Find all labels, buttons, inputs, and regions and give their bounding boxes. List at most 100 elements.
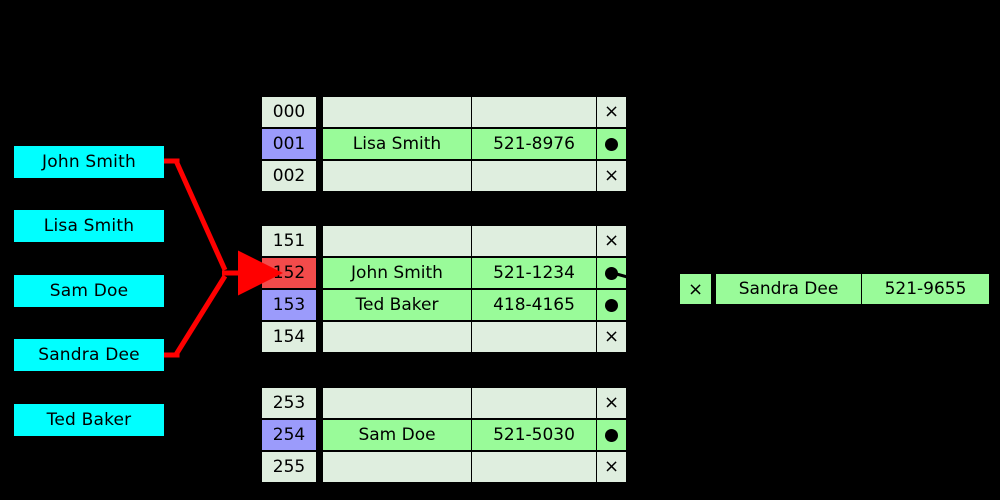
row-phone-cell — [471, 322, 596, 352]
row-index-label: 152 — [272, 263, 306, 283]
overflow-name-cell: Sandra Dee — [716, 274, 861, 304]
diagram-canvas: John Smith Lisa Smith Sam Doe Sandra Dee… — [0, 0, 1000, 500]
row-index-cell: 255 — [261, 451, 317, 483]
null-pointer-icon: × — [603, 392, 620, 413]
row-name-cell: Lisa Smith — [323, 129, 471, 159]
row-phone-cell — [471, 161, 596, 191]
dot-pointer-icon — [605, 266, 618, 280]
arrow-john-smith-to-152 — [164, 158, 228, 272]
row-entry: × — [322, 387, 627, 419]
table-row[interactable]: 154 × — [261, 321, 627, 353]
row-pointer-cell: × — [596, 388, 626, 418]
key-label: Lisa Smith — [43, 215, 135, 236]
row-name-cell: John Smith — [323, 258, 471, 288]
bucket-group-253: 253 × 254 Sam Doe 521-5030 255 × — [261, 387, 627, 483]
row-index-label: 255 — [272, 457, 306, 477]
null-pointer-icon: × — [603, 326, 620, 347]
row-index-cell: 253 — [261, 387, 317, 419]
row-entry: John Smith 521-1234 — [322, 257, 627, 289]
row-pointer-cell: × — [596, 226, 626, 256]
null-pointer-icon: × — [603, 101, 620, 122]
row-entry: × — [322, 225, 627, 257]
overflow-node-sandra-dee[interactable]: × Sandra Dee 521-9655 — [679, 273, 990, 305]
dot-pointer-icon — [605, 298, 618, 312]
row-index-label: 002 — [272, 166, 306, 186]
arrow-sandra-dee-to-152 — [164, 274, 228, 358]
table-row[interactable]: 253 × — [261, 387, 627, 419]
row-index-cell: 001 — [261, 128, 317, 160]
overflow-name-label: Sandra Dee — [738, 279, 839, 299]
row-index-label: 151 — [272, 231, 306, 251]
row-name-label: Ted Baker — [355, 295, 439, 315]
row-name-label: Sam Doe — [358, 425, 436, 445]
row-index-cell: 151 — [261, 225, 317, 257]
row-name-cell: Sam Doe — [323, 420, 471, 450]
null-pointer-icon: × — [603, 165, 620, 186]
row-entry: Sam Doe 521-5030 — [322, 419, 627, 451]
row-name-label: John Smith — [351, 263, 443, 283]
key-label: Sam Doe — [49, 280, 129, 301]
table-row[interactable]: 152 John Smith 521-1234 — [261, 257, 627, 289]
table-row[interactable]: 255 × — [261, 451, 627, 483]
row-phone-cell: 521-8976 — [471, 129, 596, 159]
row-phone-label: 521-1234 — [493, 263, 575, 283]
table-row[interactable]: 001 Lisa Smith 521-8976 — [261, 128, 627, 160]
table-row[interactable]: 151 × — [261, 225, 627, 257]
row-phone-cell: 521-5030 — [471, 420, 596, 450]
row-phone-cell: 521-1234 — [471, 258, 596, 288]
row-index-label: 153 — [272, 295, 306, 315]
key-label: John Smith — [42, 151, 136, 172]
dot-pointer-icon — [605, 428, 618, 442]
key-box-sam-doe[interactable]: Sam Doe — [14, 275, 164, 307]
row-name-cell — [323, 161, 471, 191]
table-row[interactable]: 002 × — [261, 160, 627, 192]
row-name-cell — [323, 388, 471, 418]
row-pointer-cell — [596, 258, 626, 288]
row-entry: × — [322, 321, 627, 353]
row-index-label: 253 — [272, 393, 306, 413]
row-index-label: 000 — [272, 102, 306, 122]
row-name-cell — [323, 97, 471, 127]
key-box-sandra-dee[interactable]: Sandra Dee — [14, 339, 164, 371]
row-index-cell: 002 — [261, 160, 317, 192]
row-pointer-cell: × — [596, 161, 626, 191]
key-box-ted-baker[interactable]: Ted Baker — [14, 404, 164, 436]
row-pointer-cell — [596, 129, 626, 159]
row-index-cell: 153 — [261, 289, 317, 321]
row-phone-label: 418-4165 — [493, 295, 575, 315]
overflow-phone-label: 521-9655 — [884, 279, 967, 299]
key-box-lisa-smith[interactable]: Lisa Smith — [14, 210, 164, 242]
table-row[interactable]: 254 Sam Doe 521-5030 — [261, 419, 627, 451]
key-label: Sandra Dee — [38, 344, 140, 365]
overflow-phone-cell: 521-9655 — [861, 274, 989, 304]
key-box-john-smith[interactable]: John Smith — [14, 146, 164, 178]
row-pointer-cell: × — [596, 452, 626, 482]
null-pointer-icon: × — [603, 230, 620, 251]
row-name-label: Lisa Smith — [352, 134, 442, 154]
bucket-group-000: 000 × 001 Lisa Smith 521-8976 002 × — [261, 96, 627, 192]
row-pointer-cell: × — [596, 322, 626, 352]
row-entry: Ted Baker 418-4165 — [322, 289, 627, 321]
row-pointer-cell: × — [596, 97, 626, 127]
dot-pointer-icon — [605, 137, 618, 151]
row-index-label: 254 — [272, 425, 306, 445]
row-entry: Lisa Smith 521-8976 — [322, 128, 627, 160]
table-row[interactable]: 153 Ted Baker 418-4165 — [261, 289, 627, 321]
row-index-cell: 254 — [261, 419, 317, 451]
bucket-group-151: 151 × 152 John Smith 521-1234 153 Ted Ba… — [261, 225, 627, 353]
null-pointer-icon: × — [687, 278, 704, 300]
row-name-cell — [323, 226, 471, 256]
row-phone-cell — [471, 452, 596, 482]
row-pointer-cell — [596, 290, 626, 320]
row-phone-label: 521-8976 — [493, 134, 575, 154]
row-name-cell: Ted Baker — [323, 290, 471, 320]
row-phone-label: 521-5030 — [493, 425, 575, 445]
null-pointer-icon: × — [603, 456, 620, 477]
row-name-cell — [323, 452, 471, 482]
table-row[interactable]: 000 × — [261, 96, 627, 128]
overflow-pointer-cell: × — [679, 273, 712, 305]
row-pointer-cell — [596, 420, 626, 450]
row-index-cell: 154 — [261, 321, 317, 353]
row-index-label: 001 — [272, 134, 306, 154]
row-name-cell — [323, 322, 471, 352]
